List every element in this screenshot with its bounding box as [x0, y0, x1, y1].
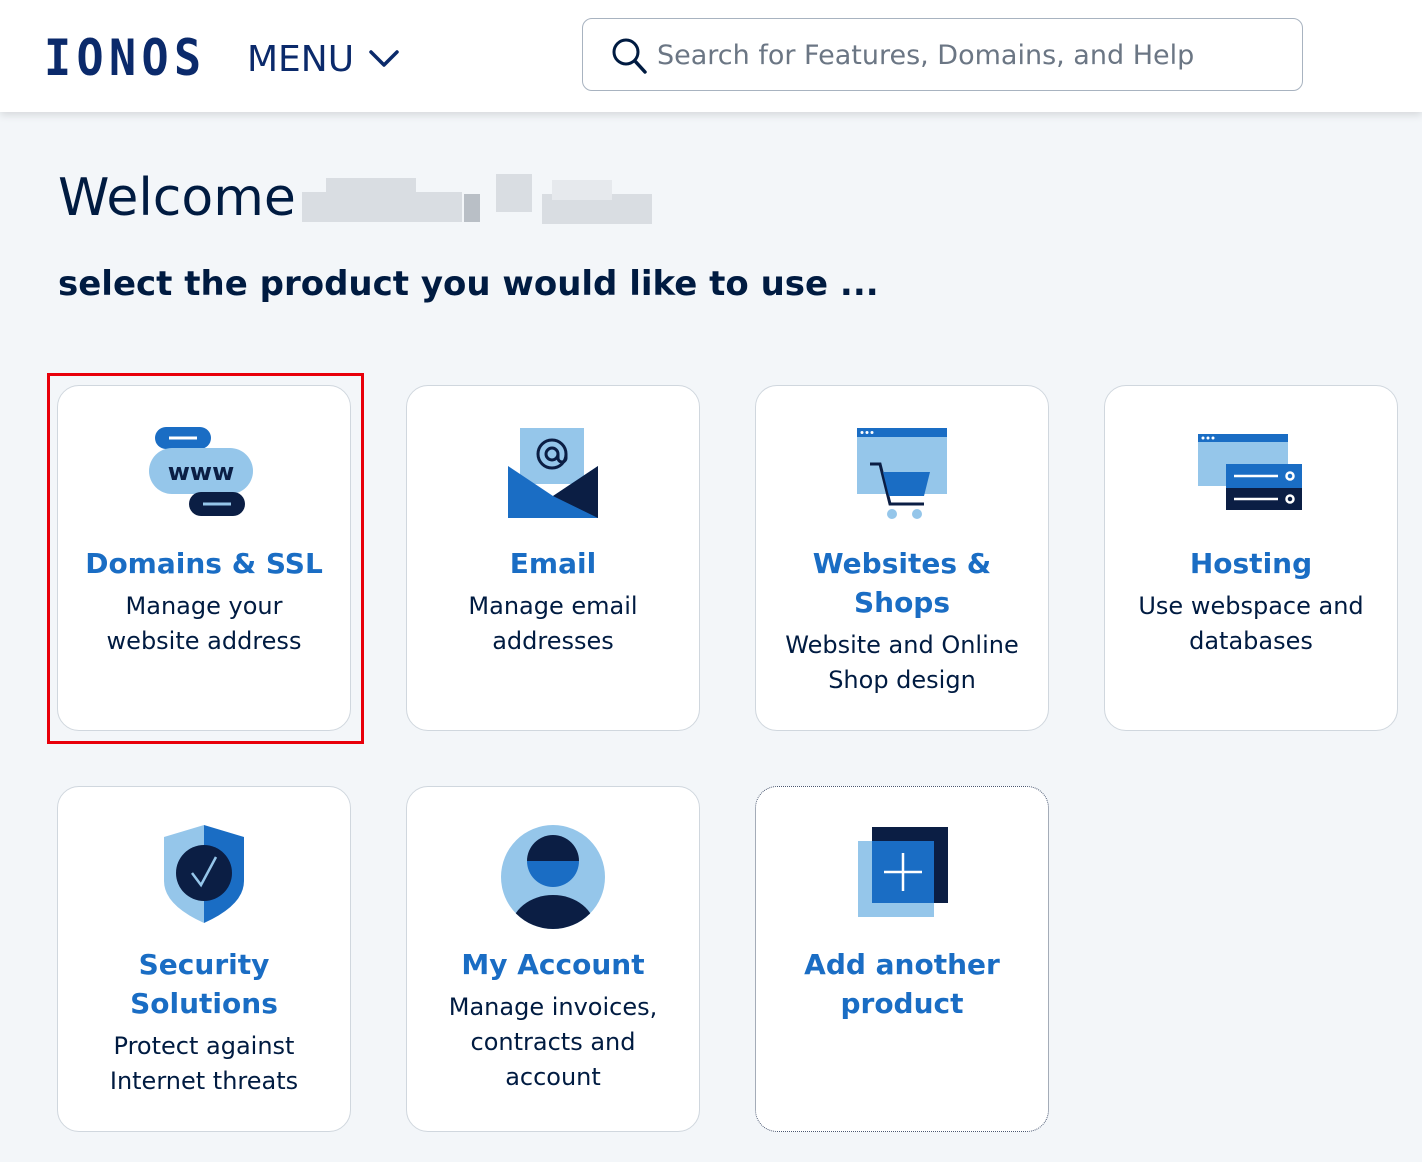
chevron-down-icon — [369, 50, 399, 67]
product-card-my-account[interactable]: My Account Manage invoices, contracts an… — [406, 786, 700, 1132]
card-title: Add another product — [804, 948, 1000, 1020]
card-description: Protect against Internet threats — [109, 1032, 299, 1095]
menu-button[interactable]: MENU — [247, 34, 400, 84]
user-avatar-icon — [501, 825, 605, 929]
search-input[interactable] — [657, 33, 1277, 77]
product-card-email[interactable]: Email Manage email addresses — [406, 385, 700, 731]
card-title: Email — [509, 547, 597, 580]
welcome-heading: Welcome — [58, 168, 296, 228]
card-title: My Account — [461, 948, 645, 981]
product-card-security-solutions[interactable]: Security Solutions Protect against Inter… — [57, 786, 351, 1132]
search-box[interactable] — [582, 18, 1303, 91]
card-title: Hosting — [1189, 547, 1313, 580]
product-card-websites-shops[interactable]: Websites & Shops Website and Online Shop… — [755, 385, 1049, 731]
card-description: Use webspace and databases — [1138, 592, 1364, 655]
add-plus-icon — [858, 827, 948, 917]
menu-label: MENU — [247, 38, 355, 80]
search-icon — [612, 38, 647, 74]
top-header: IONOS MENU — [0, 0, 1422, 112]
card-description: Manage invoices, contracts and account — [448, 993, 658, 1091]
server-icon — [1198, 434, 1302, 510]
add-product-card[interactable]: Add another product — [755, 786, 1049, 1132]
selection-highlight — [47, 373, 364, 744]
card-description: Website and Online Shop design — [785, 631, 1019, 694]
card-title: Security Solutions — [130, 948, 278, 1020]
redacted-user-name — [296, 168, 656, 238]
envelope-at-icon — [508, 428, 598, 518]
card-title: Websites & Shops — [812, 547, 992, 619]
shield-check-icon — [164, 825, 244, 923]
product-card-hosting[interactable]: Hosting Use webspace and databases — [1104, 385, 1398, 731]
website-cart-icon — [857, 428, 947, 519]
page-subtitle: select the product you would like to use… — [58, 264, 879, 304]
card-description: Manage email addresses — [468, 592, 638, 655]
ionos-logo[interactable]: IONOS — [44, 28, 206, 88]
